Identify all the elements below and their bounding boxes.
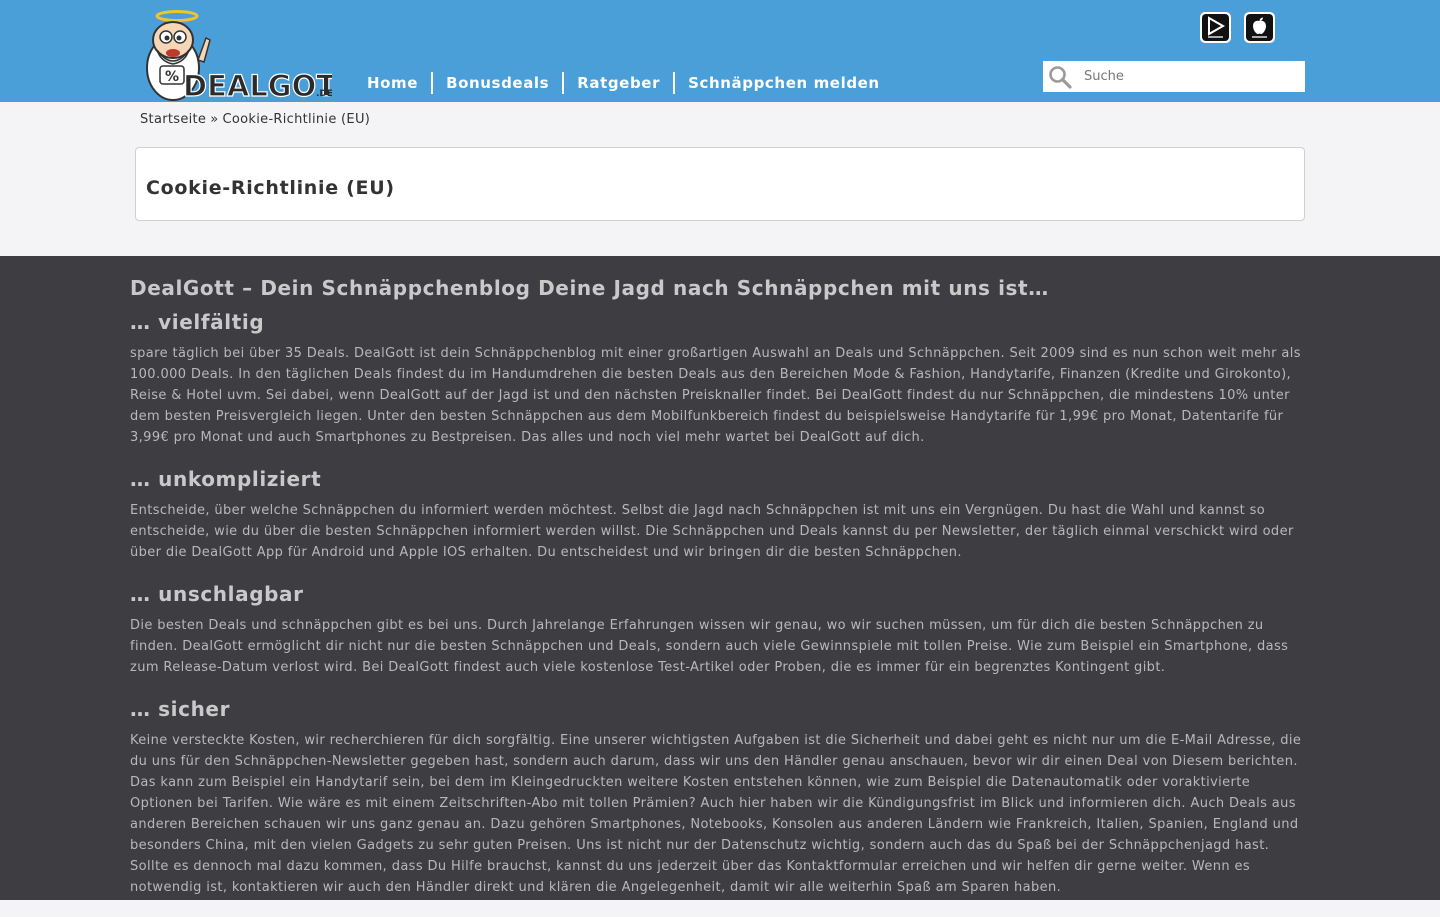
breadcrumb: Startseite » Cookie-Richtlinie (EU) [140,112,370,127]
logo-domain-suffix: .DE [316,89,332,99]
dealgott-logo[interactable]: % DEALGOTT .DE [140,10,332,102]
section-title: … unkompliziert [130,467,322,491]
main-nav: Home Bonusdeals Ratgeber Schnäppchen mel… [354,72,893,94]
section-text: Keine versteckte Kosten, wir recherchier… [130,733,1302,895]
nav-home[interactable]: Home [354,72,431,94]
google-play-link[interactable] [1200,12,1231,43]
breadcrumb-separator: » [210,112,219,127]
site-header: % DEALGOTT .DE Home Bonusdeals Ratgeber … [0,0,1440,102]
section-title: … vielfältig [130,310,265,334]
section-text: Die besten Deals und schnäppchen gibt es… [130,618,1289,675]
logo-wordmark: DEALGOTT [183,69,332,102]
page-title-box: Cookie-Richtlinie (EU) [135,147,1305,221]
footer-content: DealGott – Dein Schnäppchenblog Deine Ja… [130,276,1310,917]
search-icon[interactable] [1047,64,1073,90]
section-text: spare täglich bei über 35 Deals. DealGot… [130,346,1301,445]
search-box [1043,61,1305,92]
app-store-link[interactable] [1244,12,1275,43]
google-play-icon [1208,16,1226,38]
page-title: Cookie-Richtlinie (EU) [146,177,395,199]
search-input[interactable] [1084,69,1294,84]
section-title: … sicher [130,697,231,721]
nav-schnaeppchen-melden[interactable]: Schnäppchen melden [673,72,893,94]
app-store-links [1200,12,1275,43]
site-footer: DealGott – Dein Schnäppchenblog Deine Ja… [0,256,1440,900]
nav-bonusdeals[interactable]: Bonusdeals [431,72,562,94]
breadcrumb-current: Cookie-Richtlinie (EU) [222,112,371,127]
section-text: Entscheide, über welche Schnäppchen du i… [130,503,1294,560]
section-title: … unschlagbar [130,582,304,606]
footer-heading: DealGott – Dein Schnäppchenblog Deine Ja… [130,276,1049,300]
app-store-icon [1252,17,1267,38]
nav-ratgeber[interactable]: Ratgeber [562,72,673,94]
breadcrumb-home[interactable]: Startseite [140,112,206,127]
svg-text:%: % [165,69,179,85]
